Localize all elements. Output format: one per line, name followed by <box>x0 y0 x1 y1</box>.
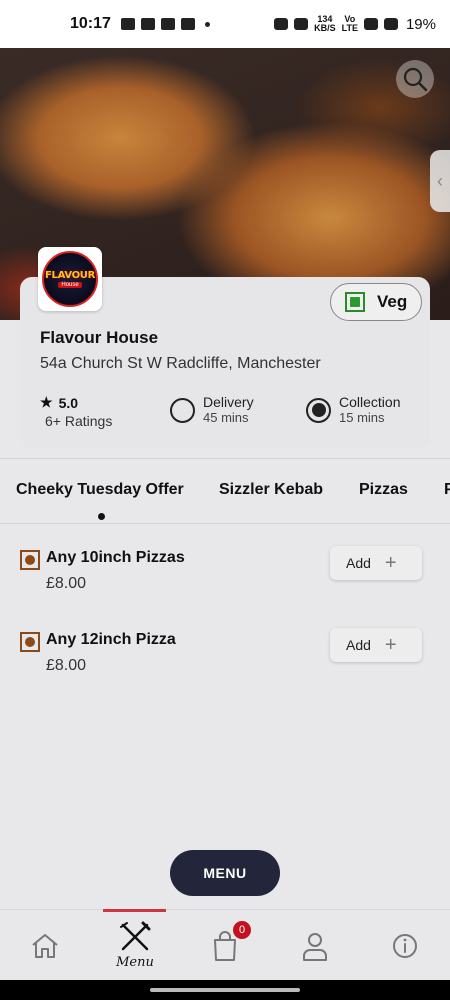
app-icon <box>180 18 195 30</box>
info-icon <box>393 933 417 958</box>
active-tab-indicator <box>98 513 105 520</box>
collection-radio[interactable] <box>306 397 331 423</box>
notification-icons <box>120 18 210 30</box>
restaurant-info-card: FLAVOUR House Veg Flavour House 54a Chur… <box>20 247 430 449</box>
nonveg-icon <box>20 550 40 570</box>
nav-menu-label: Menu <box>116 955 154 970</box>
collection-time: 15 mins <box>339 410 385 425</box>
nonveg-icon <box>20 632 40 652</box>
more-notifications-icon <box>204 21 210 27</box>
logo-text: FLAVOUR <box>44 270 96 281</box>
veg-icon <box>345 292 365 312</box>
item-price: £8.00 <box>46 575 87 592</box>
system-nav-bar <box>0 980 450 1000</box>
veg-label: Veg <box>377 292 408 311</box>
tab-pizzas[interactable]: Pizzas <box>359 481 408 499</box>
item-name: Any 12inch Pizza <box>46 631 176 648</box>
category-tabs: Cheeky Tuesday Offer Sizzler Kebab Pizza… <box>0 458 450 524</box>
search-button[interactable] <box>396 60 434 98</box>
restaurant-logo: FLAVOUR House <box>38 247 102 311</box>
youtube-icon <box>140 18 155 30</box>
cart-count-badge: 0 <box>233 921 251 939</box>
signal-icon-2 <box>383 18 398 30</box>
add-button[interactable]: Add + <box>330 628 422 662</box>
battery-level: 19% <box>405 15 436 33</box>
restaurant-address: 54a Church St W Radcliffe, Manchester <box>40 355 321 372</box>
status-time: 10:17 <box>70 15 111 32</box>
message-icon <box>160 18 175 30</box>
tab-sizzler-kebab[interactable]: Sizzler Kebab <box>219 481 323 499</box>
user-icon <box>303 932 327 961</box>
rating-count: 6+ Ratings <box>45 413 113 429</box>
gmail-icon <box>120 18 135 30</box>
bottom-nav: Menu 0 <box>0 909 450 980</box>
delivery-time: 45 mins <box>203 410 249 425</box>
alarm-icon <box>274 18 289 30</box>
add-label: Add <box>346 637 371 653</box>
status-bar: 10:17 134 KB/S Vo LTE 19% <box>0 0 450 48</box>
logo-badge: FLAVOUR House <box>42 251 98 307</box>
volte-indicator: Vo LTE <box>341 14 358 33</box>
add-label: Add <box>346 555 371 571</box>
side-drawer-handle[interactable]: ‹ <box>430 150 450 212</box>
collection-option[interactable]: Collection 15 mins <box>306 395 400 425</box>
net-speed: 134 KB/S <box>314 14 336 33</box>
home-indicator[interactable] <box>150 988 300 992</box>
restaurant-name: Flavour House <box>40 328 159 347</box>
nav-cart[interactable]: 0 <box>185 910 265 981</box>
signal-icon <box>363 18 378 30</box>
home-icon <box>32 933 58 958</box>
collection-label: Collection <box>339 394 401 410</box>
star-icon: ★ <box>40 394 53 410</box>
chevron-left-icon: ‹ <box>437 170 443 191</box>
nav-account[interactable] <box>275 910 355 981</box>
item-price: £8.00 <box>46 657 87 674</box>
delivery-radio[interactable] <box>170 397 195 423</box>
logo-sub: House <box>58 282 82 288</box>
plus-icon: + <box>384 552 397 574</box>
tab-next[interactable]: P <box>444 481 450 499</box>
nav-info[interactable] <box>365 910 445 981</box>
nav-menu[interactable]: Menu <box>95 910 175 981</box>
system-icons: 134 KB/S Vo LTE 19% <box>274 15 436 33</box>
search-icon <box>403 67 428 92</box>
delivery-option[interactable]: Delivery 45 mins <box>170 395 254 425</box>
add-button[interactable]: Add + <box>330 546 422 580</box>
rating-block: ★ 5.0 6+ Ratings <box>40 394 112 429</box>
nav-home[interactable] <box>5 910 85 981</box>
menu-item: Any 10inch Pizzas £8.00 Add + <box>20 546 430 606</box>
tab-cheeky-tuesday-offer[interactable]: Cheeky Tuesday Offer <box>16 481 184 499</box>
menu-item: Any 12inch Pizza £8.00 Add + <box>20 628 430 688</box>
delivery-label: Delivery <box>203 394 254 410</box>
fork-knife-icon <box>120 921 151 951</box>
bluetooth-icon <box>294 18 309 30</box>
rating-value: 5.0 <box>58 394 79 411</box>
nav-active-indicator <box>103 909 166 912</box>
veg-filter-toggle[interactable]: Veg <box>330 283 422 321</box>
item-name: Any 10inch Pizzas <box>46 549 185 566</box>
plus-icon: + <box>384 634 397 656</box>
menu-button[interactable]: MENU <box>170 850 280 896</box>
